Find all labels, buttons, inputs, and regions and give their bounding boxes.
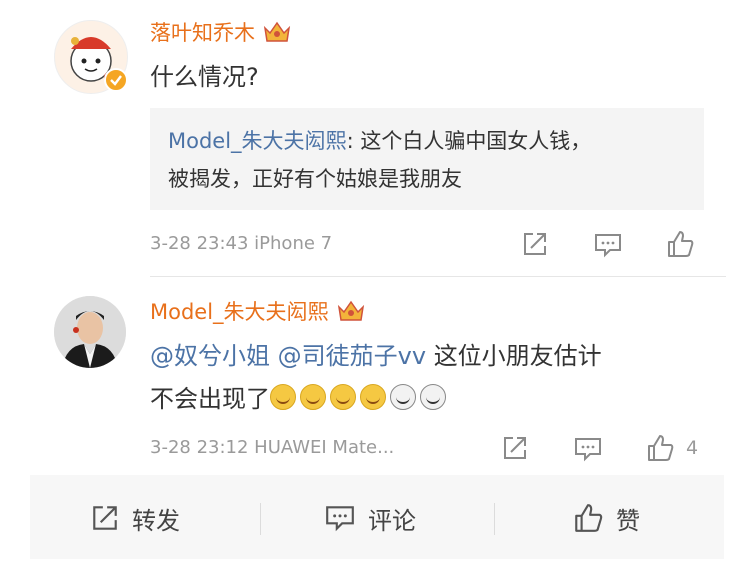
shocked-emoji-icon (390, 384, 416, 410)
grin-emoji-icon (360, 384, 386, 410)
like-count: 4 (686, 437, 699, 459)
comment-username[interactable]: Model_朱大夫闳熙 (150, 298, 365, 326)
comment-meta: 3-28 23:43 iPhone 7 (150, 233, 333, 254)
verified-badge-icon (104, 68, 128, 92)
shocked-emoji-icon (420, 384, 446, 410)
like-icon (575, 504, 603, 532)
quote-text-rest: : 这个白人骗中国女人钱， (346, 129, 592, 153)
comment-text-rest: 这位小朋友估计 (433, 342, 602, 370)
comment-text-rest: 不会出现了 (150, 385, 270, 413)
comment-text-line-2: 不会出现了 (150, 380, 450, 418)
like-label: 赞 (616, 506, 640, 535)
quote-username[interactable]: Model_朱大夫闳熙 (168, 129, 347, 153)
forward-button[interactable]: 转发 (90, 501, 180, 535)
grin-emoji-icon (330, 384, 356, 410)
quote-line-2: 被揭发，正好有个姑娘是我朋友 (168, 167, 462, 191)
comment-username[interactable]: 落叶知乔木 (150, 19, 291, 47)
comment-button[interactable]: 评论 (324, 501, 416, 535)
mention-link[interactable]: @司徒茄子vv (278, 342, 426, 370)
quoted-reply[interactable]: Model_朱大夫闳熙: 这个白人骗中国女人钱， 被揭发，正好有个姑娘是我朋友 (150, 108, 704, 210)
comment-icon[interactable] (593, 231, 623, 259)
quote-line-1: Model_朱大夫闳熙: 这个白人骗中国女人钱， (168, 123, 591, 159)
comment-text: 什么情况? (150, 63, 259, 91)
comment-text-line-1: @奴兮小姐 @司徒茄子vv 这位小朋友估计 (150, 337, 602, 375)
forward-icon[interactable] (501, 434, 529, 462)
forward-icon (93, 506, 117, 530)
comment-icon (326, 506, 354, 532)
divider (260, 503, 261, 535)
bottom-action-bar: 转发 评论 赞 (30, 475, 724, 559)
avatar[interactable] (54, 296, 126, 368)
mention-link[interactable]: @奴兮小姐 (150, 342, 270, 370)
like-button[interactable]: 赞 (572, 501, 640, 535)
comment-meta: 3-28 23:12 HUAWEI Mate... (150, 437, 395, 458)
divider (494, 503, 495, 535)
crown-icon (337, 300, 364, 321)
forward-label: 转发 (132, 506, 180, 535)
crown-icon (263, 21, 291, 42)
like-icon[interactable] (665, 229, 695, 259)
grin-emoji-icon (300, 384, 326, 410)
comment-icon[interactable] (573, 435, 603, 463)
comment-divider (150, 276, 726, 277)
grin-emoji-icon (270, 384, 296, 410)
username-text[interactable]: 落叶知乔木 (150, 21, 255, 45)
forward-icon[interactable] (521, 230, 549, 258)
photo-avatar-icon (54, 296, 126, 368)
username-text[interactable]: Model_朱大夫闳熙 (150, 300, 329, 324)
like-icon[interactable] (645, 433, 675, 463)
comment-label: 评论 (368, 506, 416, 535)
